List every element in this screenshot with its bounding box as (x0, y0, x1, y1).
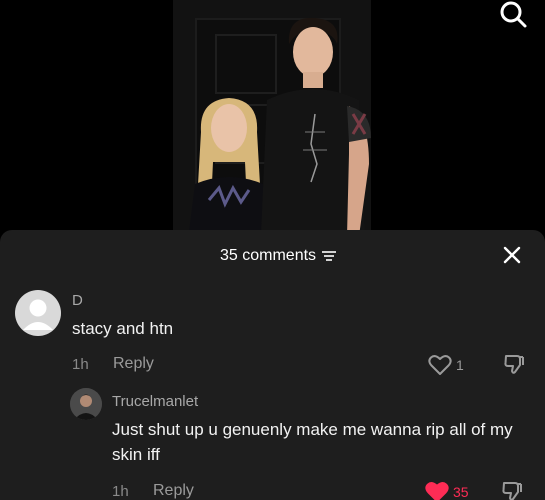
tiktok-comments-screen: 35 comments D stacy and htn 1h Reply 1 T… (0, 0, 545, 500)
dislike-icon[interactable] (503, 353, 525, 375)
user-photo-avatar (70, 388, 102, 420)
avatar[interactable] (70, 388, 102, 420)
comments-count-label: 35 comments (220, 247, 317, 264)
comments-sheet: 35 comments D stacy and htn 1h Reply 1 T… (0, 230, 545, 500)
comment-timestamp: 1h (112, 483, 129, 500)
video-player[interactable] (173, 0, 371, 232)
avatar[interactable] (15, 290, 61, 336)
like-button[interactable]: 35 (425, 481, 469, 500)
comment-text: Just shut up u genuenly make me wanna ri… (112, 420, 513, 464)
comment-username[interactable]: Trucelmanlet (112, 393, 198, 410)
close-icon[interactable] (502, 245, 522, 265)
filter-icon (322, 251, 337, 261)
default-avatar-icon (23, 299, 53, 330)
comment-text: stacy and htn (72, 319, 174, 338)
dislike-icon[interactable] (501, 480, 523, 500)
reply-button[interactable]: Reply (113, 355, 154, 373)
comments-header: 35 comments (0, 230, 545, 282)
comment-username[interactable]: D (72, 292, 83, 309)
heart-icon (428, 355, 452, 375)
heart-icon (425, 482, 449, 500)
video-person-right (261, 17, 371, 232)
comments-count-button[interactable]: 35 comments (220, 247, 337, 265)
reply-button[interactable]: Reply (153, 482, 194, 500)
like-count: 35 (453, 484, 469, 500)
comment-timestamp: 1h (72, 356, 89, 373)
like-count: 1 (456, 357, 464, 373)
like-button[interactable]: 1 (428, 354, 464, 376)
search-icon[interactable] (498, 0, 528, 30)
